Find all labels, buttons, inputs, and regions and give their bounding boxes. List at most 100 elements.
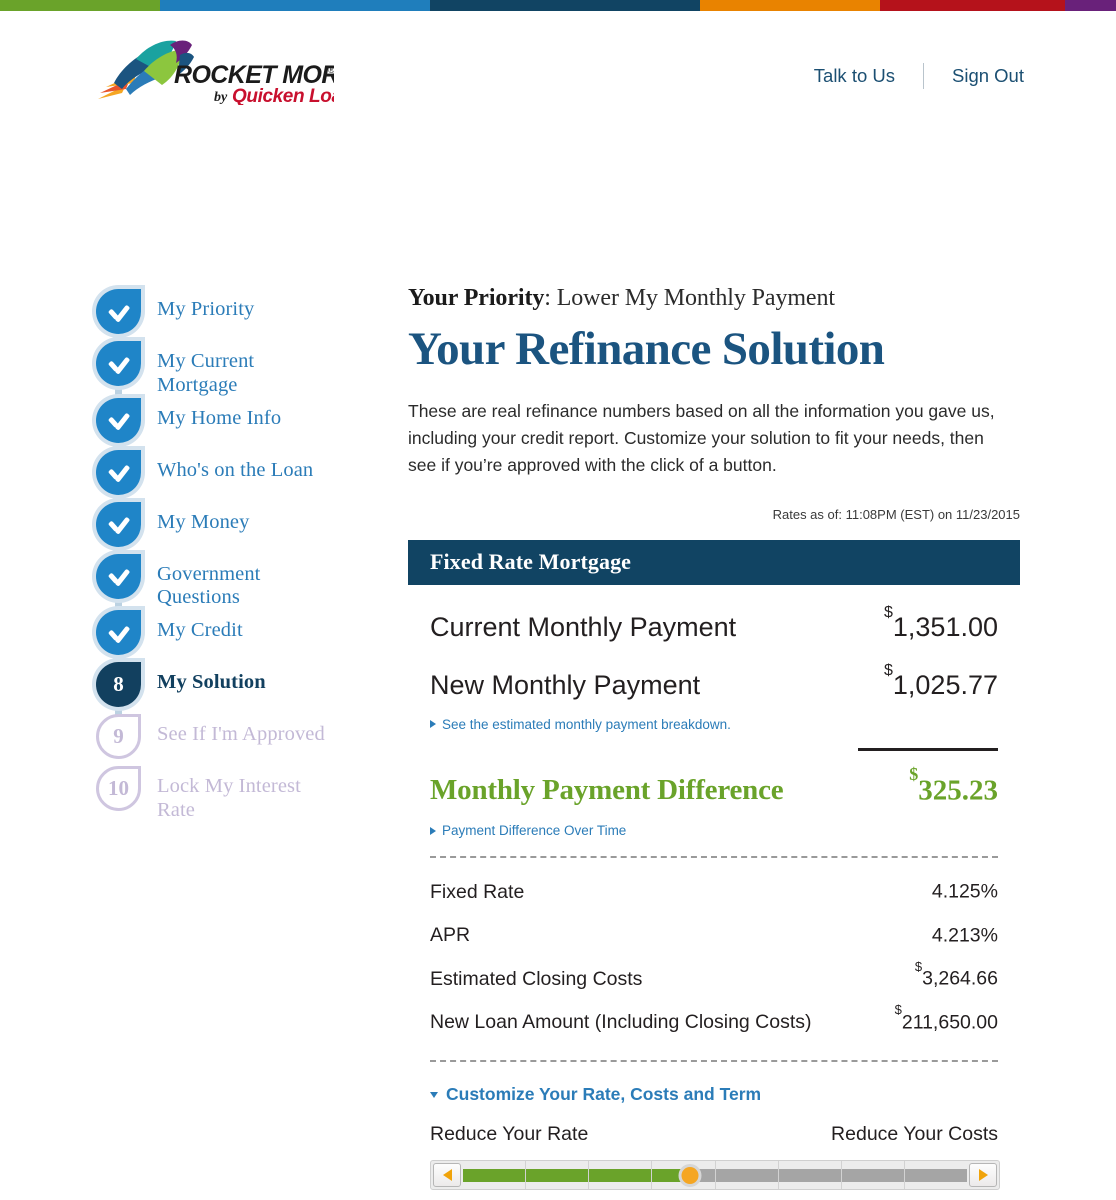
- site-header: ROCKET MORTGAGE ® by Quicken Loans Talk …: [0, 11, 1116, 119]
- step-badge: [96, 449, 141, 495]
- detail-label: Estimated Closing Costs: [430, 967, 643, 990]
- your-priority-line: Your Priority: Lower My Monthly Payment: [408, 285, 1020, 312]
- currency-symbol: $: [883, 661, 893, 679]
- sidebar-item-my-solution[interactable]: 8 My Solution: [96, 662, 386, 721]
- rocket-mortgage-logo[interactable]: ROCKET MORTGAGE ® by Quicken Loans: [96, 37, 334, 105]
- payment-difference-over-time-label: Payment Difference Over Time: [442, 823, 627, 839]
- caret-right-icon: [430, 826, 436, 835]
- payment-breakdown-link-label: See the estimated monthly payment breakd…: [442, 716, 731, 732]
- slider-tick: [463, 1161, 527, 1190]
- payment-row: Current Monthly Payment $1,351.00: [430, 585, 998, 643]
- sidebar-item-see-if-i-m-approved[interactable]: 9 See If I'm Approved: [96, 714, 386, 766]
- progress-sidebar: My Priority My Current Mortgage My Home In…: [96, 289, 386, 823]
- slider-left-label: Reduce Your Rate: [430, 1123, 589, 1146]
- step-badge: [96, 397, 141, 443]
- customize-toggle-label: Customize Your Rate, Costs and Term: [446, 1084, 762, 1105]
- monthly-payment-difference-amount: $325.23: [909, 764, 998, 808]
- currency-symbol: $: [883, 603, 893, 621]
- sidebar-item-my-priority[interactable]: My Priority: [96, 289, 386, 347]
- value-text: 3,264.66: [922, 967, 998, 990]
- detail-value: 4.125%: [932, 878, 998, 904]
- currency-symbol: $: [909, 763, 919, 784]
- monthly-payment-difference-row: Monthly Payment Difference $325.23: [430, 764, 998, 808]
- slider-tick: [905, 1161, 967, 1189]
- color-bar-segment-blue: [160, 0, 430, 11]
- value-text: 4.213%: [931, 924, 998, 947]
- slider-decrement-button[interactable]: [433, 1163, 461, 1188]
- check-icon: [107, 568, 131, 584]
- detail-label: APR: [430, 924, 471, 947]
- sidebar-item-label: Government Questions: [157, 562, 261, 609]
- color-bar-segment-green: [0, 0, 160, 11]
- amount-value: 1,025.77: [892, 669, 998, 700]
- slider-tick: [526, 1161, 590, 1190]
- slider-control[interactable]: [430, 1160, 1000, 1191]
- slider-tick: [779, 1161, 842, 1190]
- detail-value: 4.213%: [932, 922, 998, 948]
- step-number: 9: [113, 724, 124, 749]
- sidebar-item-my-money[interactable]: My Money: [96, 501, 386, 560]
- sidebar-item-label: See If I'm Approved: [157, 723, 325, 746]
- loan-detail-rows: Fixed Rate 4.125% APR 4.213% Estimated Closi…: [430, 858, 998, 1042]
- check-icon: [107, 464, 131, 480]
- slider-increment-button[interactable]: [969, 1163, 997, 1188]
- logo-wordmark-primary: ROCKET MORTGAGE: [174, 61, 334, 89]
- step-badge: [96, 501, 141, 547]
- page-root: ROCKET MORTGAGE ® by Quicken Loans Talk …: [0, 0, 1116, 1200]
- sidebar-item-label: My Credit: [157, 619, 243, 642]
- sidebar-item-label: My Money: [157, 510, 250, 533]
- detail-label: New Loan Amount (Including Closing Costs…: [430, 1011, 812, 1034]
- color-bar-segment-purple: [1065, 0, 1116, 11]
- check-icon: [107, 516, 131, 532]
- loan-detail-row: New Loan Amount (Including Closing Costs…: [430, 999, 998, 1043]
- caret-right-icon: [430, 720, 436, 729]
- sidebar-item-label: Who's on the Loan: [157, 458, 314, 481]
- payment-rows: Current Monthly Payment $1,351.00 New Mont…: [430, 585, 998, 701]
- step-badge: [96, 553, 141, 599]
- arrow-right-icon: [978, 1169, 988, 1182]
- step-badge: [96, 610, 141, 656]
- slider-labels: Reduce Your Rate Reduce Your Costs: [430, 1123, 998, 1146]
- slider-right-label: Reduce Your Costs: [831, 1123, 998, 1146]
- header-links: Talk to Us Sign Out: [814, 63, 1024, 89]
- slider-ticks: [463, 1161, 967, 1190]
- step-badge: [96, 289, 141, 334]
- talk-to-us-link[interactable]: Talk to Us: [814, 65, 895, 87]
- customize-toggle[interactable]: Customize Your Rate, Costs and Term: [430, 1084, 998, 1105]
- sidebar-item-who-s-on-the-loan[interactable]: Who's on the Loan: [96, 449, 386, 508]
- sidebar-item-government-questions[interactable]: Government Questions: [96, 553, 386, 617]
- check-icon: [107, 625, 131, 641]
- payment-difference-over-time-link[interactable]: Payment Difference Over Time: [430, 823, 998, 838]
- slider-tick: [589, 1161, 653, 1190]
- amount-value: 325.23: [918, 774, 998, 807]
- caret-down-icon: [430, 1091, 438, 1098]
- payment-row: New Monthly Payment $1,025.77: [430, 643, 998, 701]
- sidebar-item-label: My Priority: [157, 298, 255, 320]
- main-panel: Your Priority: Lower My Monthly Payment …: [408, 285, 1020, 1200]
- sidebar-item-my-current-mortgage[interactable]: My Current Mortgage: [96, 341, 386, 404]
- logo-by-text: by: [214, 90, 228, 105]
- slider-group: Reduce Your RateReduce Your CostsAdjust …: [430, 1123, 1000, 1200]
- slider-tick: [842, 1161, 905, 1190]
- currency-symbol: $: [894, 1002, 902, 1018]
- sidebar-item-label: Lock My Interest Rate: [157, 775, 301, 821]
- sidebar-item-my-credit[interactable]: My Credit: [96, 610, 386, 669]
- payment-breakdown-link[interactable]: See the estimated monthly payment breakd…: [430, 717, 998, 732]
- payment-label: Current Monthly Payment: [430, 611, 737, 642]
- rates-as-of-text: Rates as of: 11:08PM (EST) on 11/23/2015: [772, 506, 1020, 522]
- sign-out-link[interactable]: Sign Out: [952, 65, 1024, 87]
- loan-detail-row: Fixed Rate 4.125%: [430, 868, 998, 912]
- page-title: Your Refinance Solution: [408, 323, 885, 375]
- total-divider-rule: [858, 747, 998, 751]
- your-priority-value: : Lower My Monthly Payment: [544, 285, 835, 311]
- fixed-rate-mortgage-header: Fixed Rate Mortgage: [408, 539, 1020, 585]
- sidebar-item-my-home-info[interactable]: My Home Info: [96, 397, 386, 456]
- logo-trademark-icon: ®: [328, 65, 334, 75]
- slider-handle[interactable]: [678, 1164, 702, 1188]
- monthly-payment-difference-label: Monthly Payment Difference: [430, 774, 784, 807]
- rate-cost-slider: Reduce Your Rate Reduce Your Costs: [430, 1123, 1000, 1191]
- check-icon: [107, 304, 131, 320]
- payment-label: New Monthly Payment: [430, 669, 701, 700]
- sidebar-item-lock-my-interest-rate[interactable]: 10 Lock My Interest Rate: [96, 766, 386, 823]
- dashed-divider: [430, 1060, 998, 1063]
